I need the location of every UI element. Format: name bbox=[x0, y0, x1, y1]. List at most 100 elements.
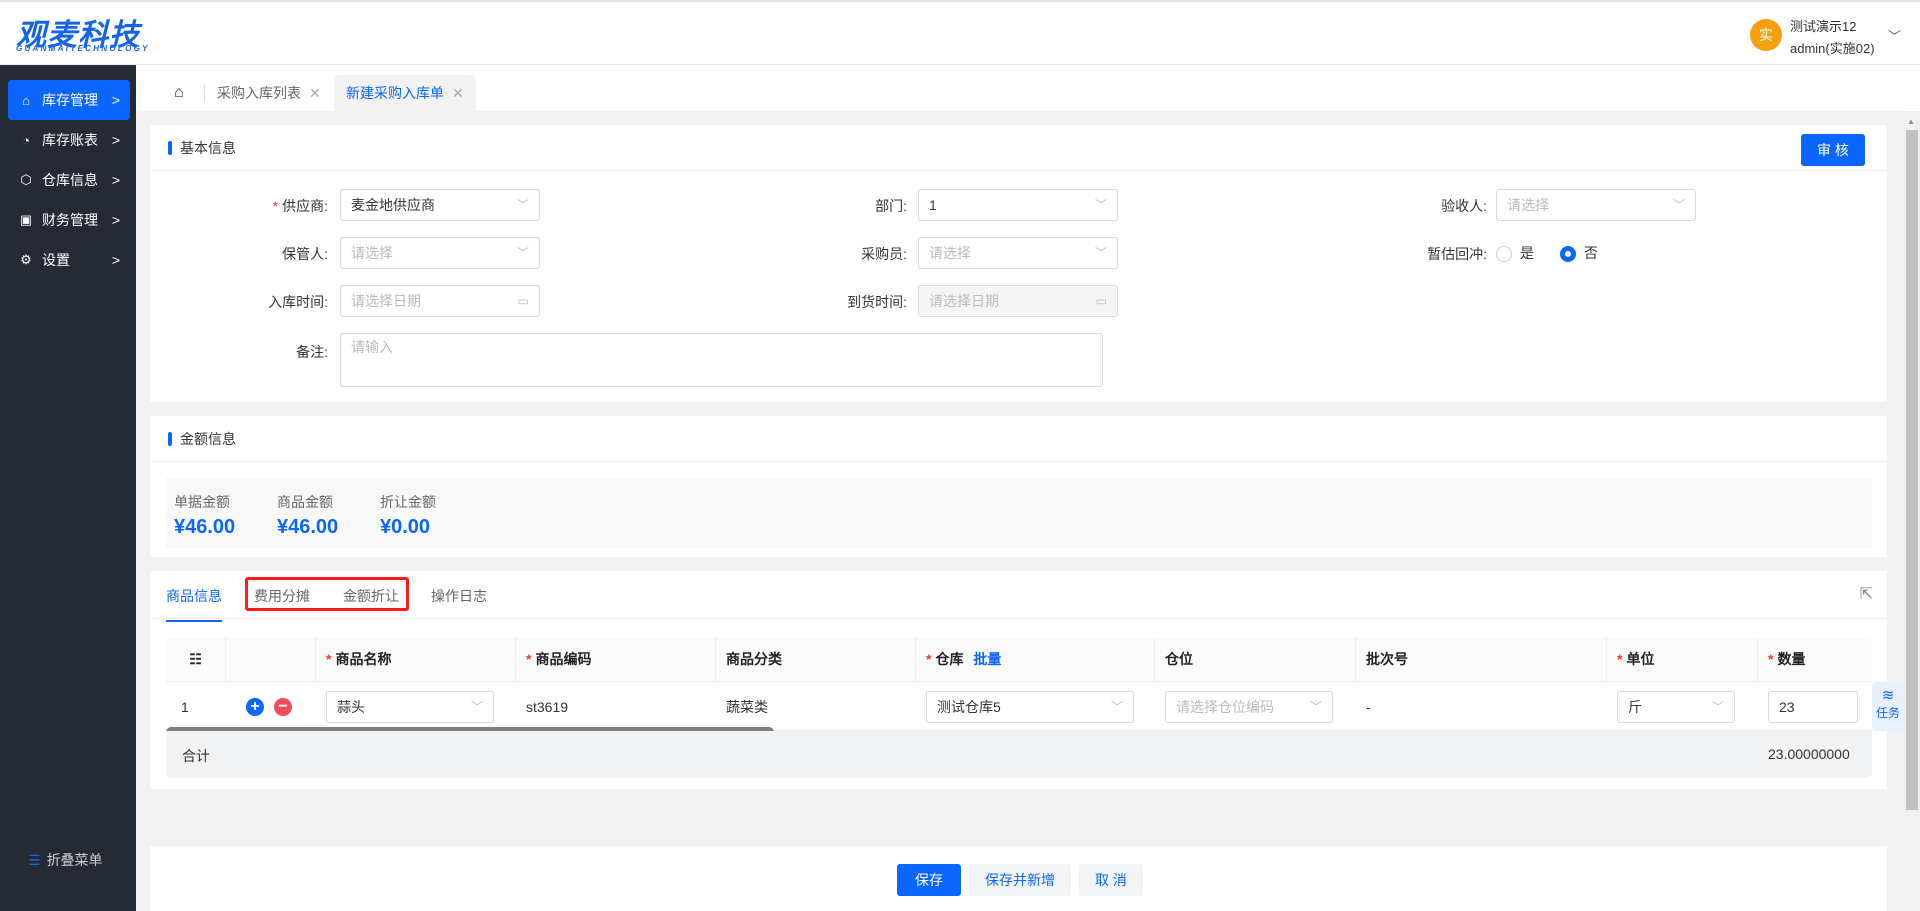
th-location: 仓位 bbox=[1155, 637, 1356, 682]
collapse-label: 折叠菜单 bbox=[46, 852, 103, 868]
amount-label: 单据金额 bbox=[174, 494, 230, 510]
th-warehouse: * 仓库 批量 bbox=[916, 637, 1155, 682]
basic-info-card: 基本信息 审 核 * 供应商: 麦金地供应商 ﹀ 部门: 1 ﹀ 验收人: 请选择 ﹀ … bbox=[150, 125, 1887, 402]
amount-value: ¥0.00 bbox=[380, 516, 431, 538]
cancel-button[interactable]: 取 消 bbox=[1079, 864, 1143, 896]
column-settings-icon[interactable]: ☷ bbox=[166, 637, 226, 682]
user-name[interactable]: 测试演示12 bbox=[1790, 16, 1856, 35]
tab-new-purchase[interactable]: 新建采购入库单 ✕ bbox=[334, 75, 476, 111]
chevron-down-icon: ﹀ bbox=[1672, 198, 1685, 212]
supplier-label: * 供应商: bbox=[272, 198, 328, 214]
receiver-label: 验收人: bbox=[1441, 198, 1487, 214]
unit-select[interactable]: 斤 ﹀ bbox=[1617, 690, 1735, 723]
supplier-select[interactable]: 麦金地供应商 ﹀ bbox=[340, 189, 540, 221]
amount-label: 折让金额 bbox=[380, 494, 436, 510]
sidebar-item-warehouse[interactable]: ⬡ 仓库信息 > bbox=[8, 160, 130, 200]
keeper-label: 保管人: bbox=[282, 246, 328, 262]
reverse-label: 暂估回冲: bbox=[1427, 246, 1487, 262]
logo-subtitle: GUANMAITECHNOLOGY bbox=[16, 44, 150, 53]
close-icon[interactable]: ✕ bbox=[452, 85, 464, 101]
keeper-select[interactable]: 请选择 ﹀ bbox=[340, 237, 540, 269]
audit-button[interactable]: 审 核 bbox=[1801, 134, 1865, 166]
footer-actions: 保存 保存并新增 取 消 bbox=[150, 845, 1887, 911]
tab-amount-discount[interactable]: 金额折让 bbox=[343, 586, 399, 606]
pie-chart-icon: ◔ bbox=[22, 132, 30, 148]
buyer-select[interactable]: 请选择 ﹀ bbox=[918, 237, 1118, 269]
total-row: 合计 23.00000000 bbox=[166, 731, 1872, 778]
chevron-right-icon: > bbox=[111, 212, 120, 228]
save-button[interactable]: 保存 bbox=[897, 864, 961, 896]
sidebar-item-label: 设置 bbox=[42, 252, 70, 268]
chevron-down-icon: ﹀ bbox=[516, 198, 529, 212]
remove-row-icon[interactable]: − bbox=[274, 697, 292, 716]
sidebar-item-label: 财务管理 bbox=[42, 212, 98, 228]
th-code: * 商品编码 bbox=[516, 637, 716, 682]
collapse-menu-button[interactable]: ☰ 折叠菜单 bbox=[28, 850, 103, 870]
remark-textarea[interactable]: 请输入 bbox=[340, 333, 1103, 387]
arrive-time-label: 到货时间: bbox=[847, 294, 907, 310]
tab-label: 采购入库列表 bbox=[217, 85, 301, 101]
task-float-button[interactable]: ≋ 任务 bbox=[1872, 682, 1904, 731]
tab-goods-info[interactable]: 商品信息 bbox=[166, 586, 222, 622]
tab-purchase-list[interactable]: 采购入库列表 ✕ bbox=[204, 85, 333, 101]
goods-name-select[interactable]: 蒜头 ﹀ bbox=[326, 690, 494, 723]
th-qty: * 数量 bbox=[1768, 651, 1806, 667]
goods-code: st3619 bbox=[526, 698, 569, 715]
remark-label: 备注: bbox=[296, 344, 328, 360]
th-ops bbox=[226, 637, 316, 682]
home-icon: ⌂ bbox=[22, 92, 30, 108]
user-account[interactable]: admin(实施02) bbox=[1790, 38, 1875, 57]
sidebar-item-settings[interactable]: ⚙ 设置 > bbox=[8, 240, 130, 280]
sidebar-item-inventory[interactable]: ⌂ 库存管理 > bbox=[8, 80, 130, 120]
close-icon[interactable]: ✕ bbox=[309, 85, 321, 101]
chevron-down-icon[interactable]: ﹀ bbox=[1888, 26, 1901, 45]
chevron-right-icon: > bbox=[111, 92, 120, 108]
gear-icon: ⚙ bbox=[20, 252, 32, 267]
goods-table: ☷ * 商品名称 * 商品编码 商品分类 * 仓库 批量 仓位 批次号 * 单位 * 数量… bbox=[166, 637, 1872, 778]
sidebar-item-finance[interactable]: ▣ 财务管理 > bbox=[8, 200, 130, 240]
calendar-icon: ▭ bbox=[1095, 294, 1107, 308]
sidebar: ⌂ 库存管理 > ◔ 库存账表 > ⬡ 仓库信息 > ▣ 财务管理 > ⚙ 设置 > ☰ 折叠菜单 bbox=[0, 65, 136, 911]
dept-label: 部门: bbox=[875, 198, 907, 214]
amount-summary: 单据金额 ¥46.00 商品金额 ¥46.00 折让金额 ¥0.00 bbox=[166, 478, 1872, 548]
th-category: 商品分类 bbox=[716, 637, 916, 682]
layers-icon: ≋ bbox=[1881, 687, 1895, 704]
save-and-new-button[interactable]: 保存并新增 bbox=[969, 864, 1071, 896]
scroll-thumb[interactable] bbox=[1906, 130, 1918, 810]
external-link-icon[interactable]: ⇱ bbox=[1860, 584, 1873, 604]
goods-category: 蔬菜类 bbox=[726, 698, 768, 715]
add-row-icon[interactable]: + bbox=[246, 697, 264, 716]
amount-card: 金额信息 单据金额 ¥46.00 商品金额 ¥46.00 折让金额 ¥0.00 bbox=[150, 416, 1887, 557]
sidebar-item-label: 库存账表 bbox=[42, 132, 98, 148]
reverse-radio-group: 是 否 bbox=[1496, 243, 1598, 263]
tab-cost-allocation[interactable]: 费用分摊 bbox=[254, 586, 310, 606]
home-tab-icon[interactable]: ⌂ bbox=[162, 75, 196, 111]
row-actions: + − bbox=[236, 682, 302, 731]
radio-yes[interactable]: 是 bbox=[1496, 245, 1556, 263]
sidebar-item-ledger[interactable]: ◔ 库存账表 > bbox=[8, 120, 130, 160]
tab-bar: ⌂ 采购入库列表 ✕ 新建采购入库单 ✕ bbox=[136, 65, 1920, 111]
qty-input[interactable]: 23 bbox=[1768, 690, 1858, 723]
collapse-icon: ☰ bbox=[28, 852, 41, 868]
batch-link[interactable]: 批量 bbox=[973, 651, 1001, 667]
table-row: 1 + − 蒜头 ﹀ st3619 蔬菜类 测试仓库5 ﹀ 请选择仓位编码 ﹀ - 斤 ﹀… bbox=[166, 682, 1872, 731]
scroll-up-icon: ▲ bbox=[1907, 117, 1915, 126]
tab-operation-log[interactable]: 操作日志 bbox=[431, 586, 487, 606]
dept-select[interactable]: 1 ﹀ bbox=[918, 189, 1118, 221]
total-label: 合计 bbox=[182, 748, 210, 764]
table-header: ☷ * 商品名称 * 商品编码 商品分类 * 仓库 批量 仓位 批次号 * 单位 * 数量 bbox=[166, 637, 1872, 682]
warehouse-select[interactable]: 测试仓库5 ﹀ bbox=[926, 690, 1134, 723]
location-select[interactable]: 请选择仓位编码 ﹀ bbox=[1165, 690, 1333, 723]
chevron-right-icon: > bbox=[111, 132, 120, 148]
buyer-label: 采购员: bbox=[861, 246, 907, 262]
chevron-down-icon: ﹀ bbox=[1094, 246, 1107, 260]
in-time-datepicker[interactable]: 请选择日期 ▭ bbox=[340, 285, 540, 317]
avatar[interactable]: 实 bbox=[1750, 19, 1782, 51]
top-header: 观麦科技 GUANMAITECHNOLOGY 实 测试演示12 admin(实施… bbox=[0, 0, 1920, 65]
vertical-scrollbar[interactable]: ▲ bbox=[1904, 111, 1920, 911]
receiver-select[interactable]: 请选择 ﹀ bbox=[1496, 189, 1696, 221]
cube-icon: ⬡ bbox=[20, 172, 32, 187]
row-index: 1 bbox=[181, 698, 189, 715]
tab-label: 新建采购入库单 bbox=[346, 85, 444, 101]
radio-no[interactable]: 否 bbox=[1559, 245, 1598, 263]
